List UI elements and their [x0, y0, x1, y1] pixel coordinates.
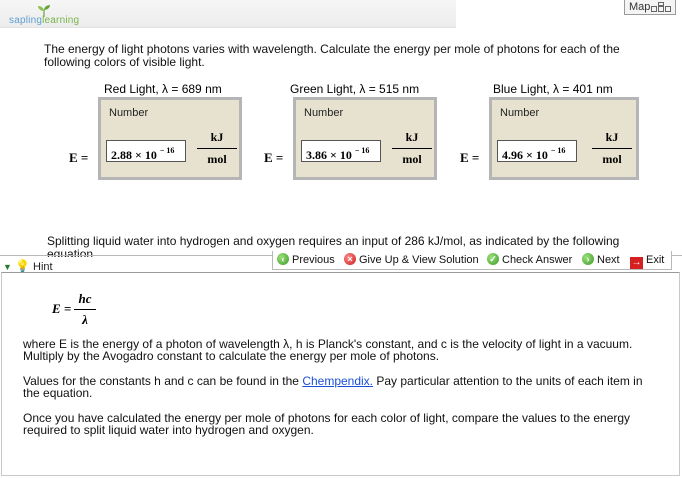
map-icon [651, 2, 671, 12]
number-title: Number [109, 107, 149, 119]
give-up-x-icon [344, 252, 356, 266]
previous-button[interactable]: Previous [277, 252, 335, 267]
expand-triangle-icon: ▼ [3, 262, 12, 272]
exit-icon: → [630, 257, 643, 269]
hint-panel: E = hc λ where E is the energy of a phot… [1, 272, 680, 476]
energy-symbol: E = [69, 150, 89, 165]
blue-light-label: Blue Light, λ = 401 nm [493, 82, 613, 96]
formula-denominator: λ [82, 312, 88, 327]
hint-paragraph-3: Once you have calculated the energy per … [23, 411, 631, 437]
number-title: Number [304, 107, 344, 119]
unit-fraction: kJ mol [592, 130, 632, 167]
number-title: Number [500, 107, 540, 119]
hint-paragraph-2: Values for the constants h and c can be … [23, 374, 643, 400]
question-text: The energy of light photons varies with … [44, 42, 620, 69]
energy-symbol: E = [264, 150, 284, 165]
exit-button[interactable]: → Exit [630, 253, 664, 269]
chempendix-link[interactable]: Chempendix. [302, 374, 373, 388]
lightbulb-icon: 💡 [14, 259, 30, 273]
next-button[interactable]: Next [582, 252, 620, 267]
number-answer-box: Number 3.86 × 10 − 16 kJ mol [293, 97, 437, 180]
check-answer-button[interactable]: Check Answer [487, 252, 572, 267]
hint-paragraph-1: where E is the energy of a photon of wav… [23, 337, 633, 363]
number-answer-box: Number 2.88 × 10 − 16 kJ mol [98, 97, 242, 180]
logo-text-learning: learning [42, 15, 80, 26]
formula-lhs: E = [52, 301, 72, 316]
give-up-button[interactable]: Give Up & View Solution [344, 252, 479, 267]
blue-energy-input[interactable]: 4.96 × 10 − 16 [497, 140, 577, 162]
previous-arrow-icon [277, 252, 289, 266]
green-energy-input[interactable]: 3.86 × 10 − 16 [301, 140, 381, 162]
red-energy-input[interactable]: 2.88 × 10 − 16 [106, 140, 186, 162]
green-light-label: Green Light, λ = 515 nm [290, 82, 420, 96]
number-answer-box: Number 4.96 × 10 − 16 kJ mol [489, 97, 639, 180]
map-label: Map [629, 1, 651, 13]
unit-fraction: kJ mol [197, 130, 237, 167]
sapling-learning-logo: saplinglearning [9, 5, 99, 26]
header-bar: saplinglearning [0, 0, 456, 28]
map-button[interactable]: Map [624, 0, 676, 15]
unit-fraction: kJ mol [392, 130, 432, 167]
next-arrow-icon [582, 252, 594, 266]
check-mark-icon [487, 252, 499, 266]
logo-text-sapling: sapling [9, 15, 43, 26]
red-light-label: Red Light, λ = 689 nm [104, 82, 222, 96]
answer-toolbar: Previous Give Up & View Solution Check A… [272, 251, 672, 270]
formula-numerator: hc [74, 291, 96, 310]
energy-symbol: E = [460, 150, 480, 165]
